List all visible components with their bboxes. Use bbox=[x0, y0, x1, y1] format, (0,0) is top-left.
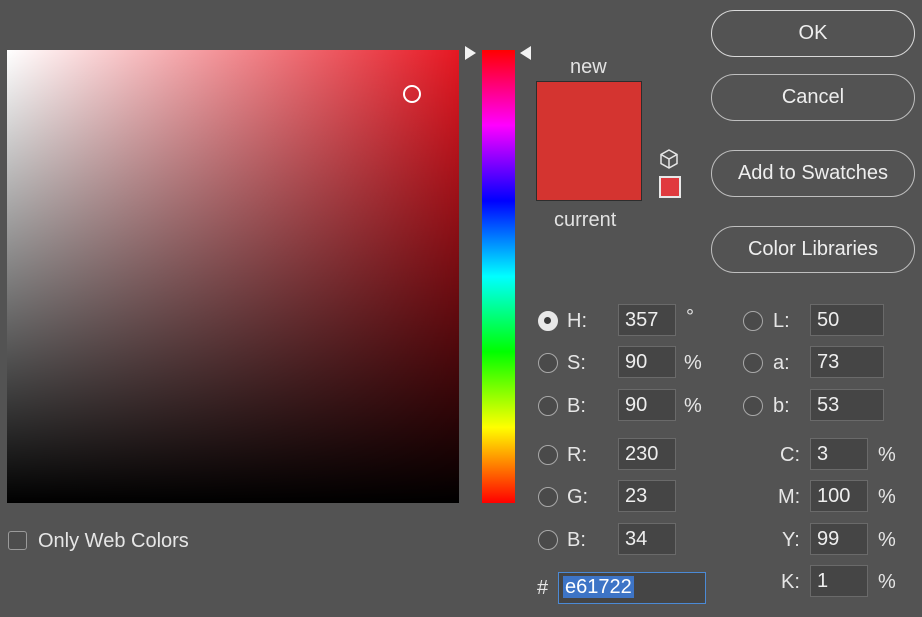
hex-value-selected: e61722 bbox=[563, 576, 634, 598]
brightness-radio[interactable] bbox=[538, 396, 558, 416]
cyan-label: C: bbox=[780, 444, 800, 466]
saturation-label: S: bbox=[567, 352, 586, 374]
saturation-radio[interactable] bbox=[538, 353, 558, 373]
saturation-brightness-field[interactable] bbox=[7, 50, 459, 503]
hue-slider-left-handle-icon[interactable] bbox=[465, 46, 476, 60]
blue-radio[interactable] bbox=[538, 530, 558, 550]
black-input[interactable]: 1 bbox=[810, 565, 868, 597]
hex-label: # bbox=[537, 577, 549, 599]
red-label: R: bbox=[567, 444, 587, 466]
hue-input[interactable]: 357 bbox=[618, 304, 676, 336]
red-input[interactable]: 230 bbox=[618, 438, 676, 470]
lab-b-input[interactable]: 53 bbox=[810, 389, 884, 421]
add-to-swatches-button[interactable]: Add to Swatches bbox=[711, 150, 915, 197]
hue-slider[interactable] bbox=[482, 50, 515, 503]
magenta-unit: % bbox=[878, 486, 896, 508]
cyan-unit: % bbox=[878, 444, 896, 466]
lab-b-radio[interactable] bbox=[743, 396, 763, 416]
lab-l-input[interactable]: 50 bbox=[810, 304, 884, 336]
lab-l-radio[interactable] bbox=[743, 311, 763, 331]
green-label: G: bbox=[567, 486, 589, 508]
lab-a-label: a: bbox=[773, 352, 790, 374]
new-color-label: new bbox=[570, 56, 607, 78]
only-web-colors-checkbox[interactable] bbox=[8, 531, 27, 550]
yellow-unit: % bbox=[878, 529, 896, 551]
color-libraries-button[interactable]: Color Libraries bbox=[711, 226, 915, 273]
green-radio[interactable] bbox=[538, 487, 558, 507]
saturation-unit: % bbox=[684, 352, 702, 374]
brightness-input[interactable]: 90 bbox=[618, 389, 676, 421]
blue-label: B: bbox=[567, 529, 586, 551]
green-input[interactable]: 23 bbox=[618, 480, 676, 512]
lab-l-label: L: bbox=[773, 310, 790, 332]
lab-b-label: b: bbox=[773, 395, 790, 417]
blue-input[interactable]: 34 bbox=[618, 523, 676, 555]
brightness-unit: % bbox=[684, 395, 702, 417]
yellow-label: Y: bbox=[782, 529, 800, 551]
gamut-cube-icon[interactable] bbox=[658, 148, 680, 170]
cyan-input[interactable]: 3 bbox=[810, 438, 868, 470]
saturation-input[interactable]: 90 bbox=[618, 346, 676, 378]
black-label: K: bbox=[781, 571, 800, 593]
color-picker-marker[interactable] bbox=[403, 85, 421, 103]
red-radio[interactable] bbox=[538, 445, 558, 465]
brightness-label: B: bbox=[567, 395, 586, 417]
hex-input[interactable]: e61722 bbox=[558, 572, 706, 604]
new-color-swatch bbox=[536, 81, 642, 201]
magenta-input[interactable]: 100 bbox=[810, 480, 868, 512]
lab-a-input[interactable]: 73 bbox=[810, 346, 884, 378]
magenta-label: M: bbox=[778, 486, 801, 508]
web-safe-color-swatch[interactable] bbox=[659, 176, 681, 198]
cancel-button[interactable]: Cancel bbox=[711, 74, 915, 121]
current-color-label: current bbox=[554, 209, 617, 231]
only-web-colors-label: Only Web Colors bbox=[38, 530, 189, 552]
black-unit: % bbox=[878, 571, 896, 593]
yellow-input[interactable]: 99 bbox=[810, 523, 868, 555]
hue-slider-right-handle-icon[interactable] bbox=[520, 46, 531, 60]
hue-radio[interactable] bbox=[538, 311, 558, 331]
ok-button[interactable]: OK bbox=[711, 10, 915, 57]
lab-a-radio[interactable] bbox=[743, 353, 763, 373]
hue-unit: ° bbox=[686, 306, 694, 328]
hue-label: H: bbox=[567, 310, 587, 332]
